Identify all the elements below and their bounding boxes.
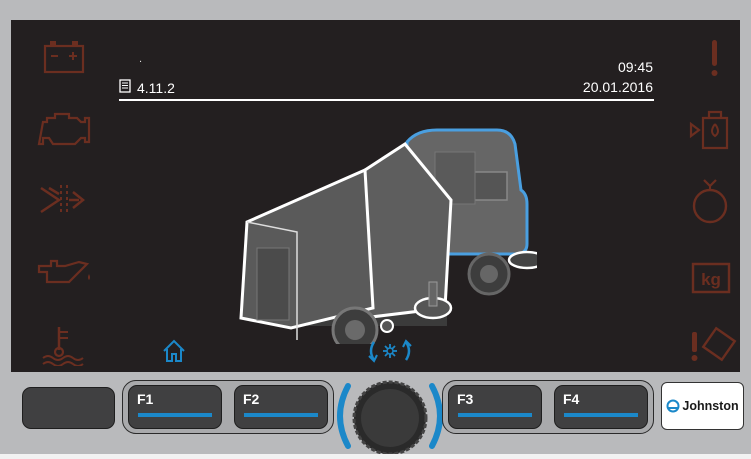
f2-button[interactable]: F2 [234,385,328,429]
display-screen: . 4.11.2 09:45 20.01.2016 kg [11,20,740,372]
johnston-logo: Johnston [661,382,744,430]
header-divider [119,99,654,101]
f2-label: F2 [243,391,260,407]
engine-warning-icon [37,108,93,148]
f3-button[interactable]: F3 [448,385,542,429]
f4-label: F4 [563,391,580,407]
logo-text: Johnston [682,399,739,413]
f3-label: F3 [457,391,474,407]
status-marker: . [139,53,143,65]
clock-time: 09:45 [617,59,653,75]
water-tank-icon [687,106,733,152]
johnston-logo-mark-icon [666,399,680,413]
home-icon[interactable] [161,338,187,364]
sweeper-truck-illustration [237,112,537,344]
coolant-temperature-icon [41,324,85,366]
svg-text:kg: kg [701,270,721,289]
version-text: 4.11.2 [137,79,175,96]
control-panel-bezel: . 4.11.2 09:45 20.01.2016 kg F1 F2 F3 F4… [0,0,751,456]
suction-fan-icon [687,176,733,226]
f1-indicator-bar [138,413,212,417]
transmission-flow-icon [39,180,89,220]
tilt-warning-icon [689,322,737,366]
rotary-control-knob[interactable] [334,378,446,459]
f3-indicator-bar [458,413,532,417]
f1-button[interactable]: F1 [128,385,222,429]
general-warning-icon [705,38,725,78]
f1-label: F1 [137,391,154,407]
blank-softkey[interactable] [22,387,115,429]
fan-mode-icon[interactable] [366,338,414,364]
oil-pressure-icon [35,256,93,290]
f2-indicator-bar [244,413,318,417]
f4-button[interactable]: F4 [554,385,648,429]
clock-date: 20.01.2016 [582,79,653,95]
document-icon [119,79,131,96]
battery-warning-icon [41,38,87,74]
weight-kg-icon: kg [689,256,733,296]
f4-indicator-bar [564,413,638,417]
software-version: 4.11.2 [119,79,175,96]
